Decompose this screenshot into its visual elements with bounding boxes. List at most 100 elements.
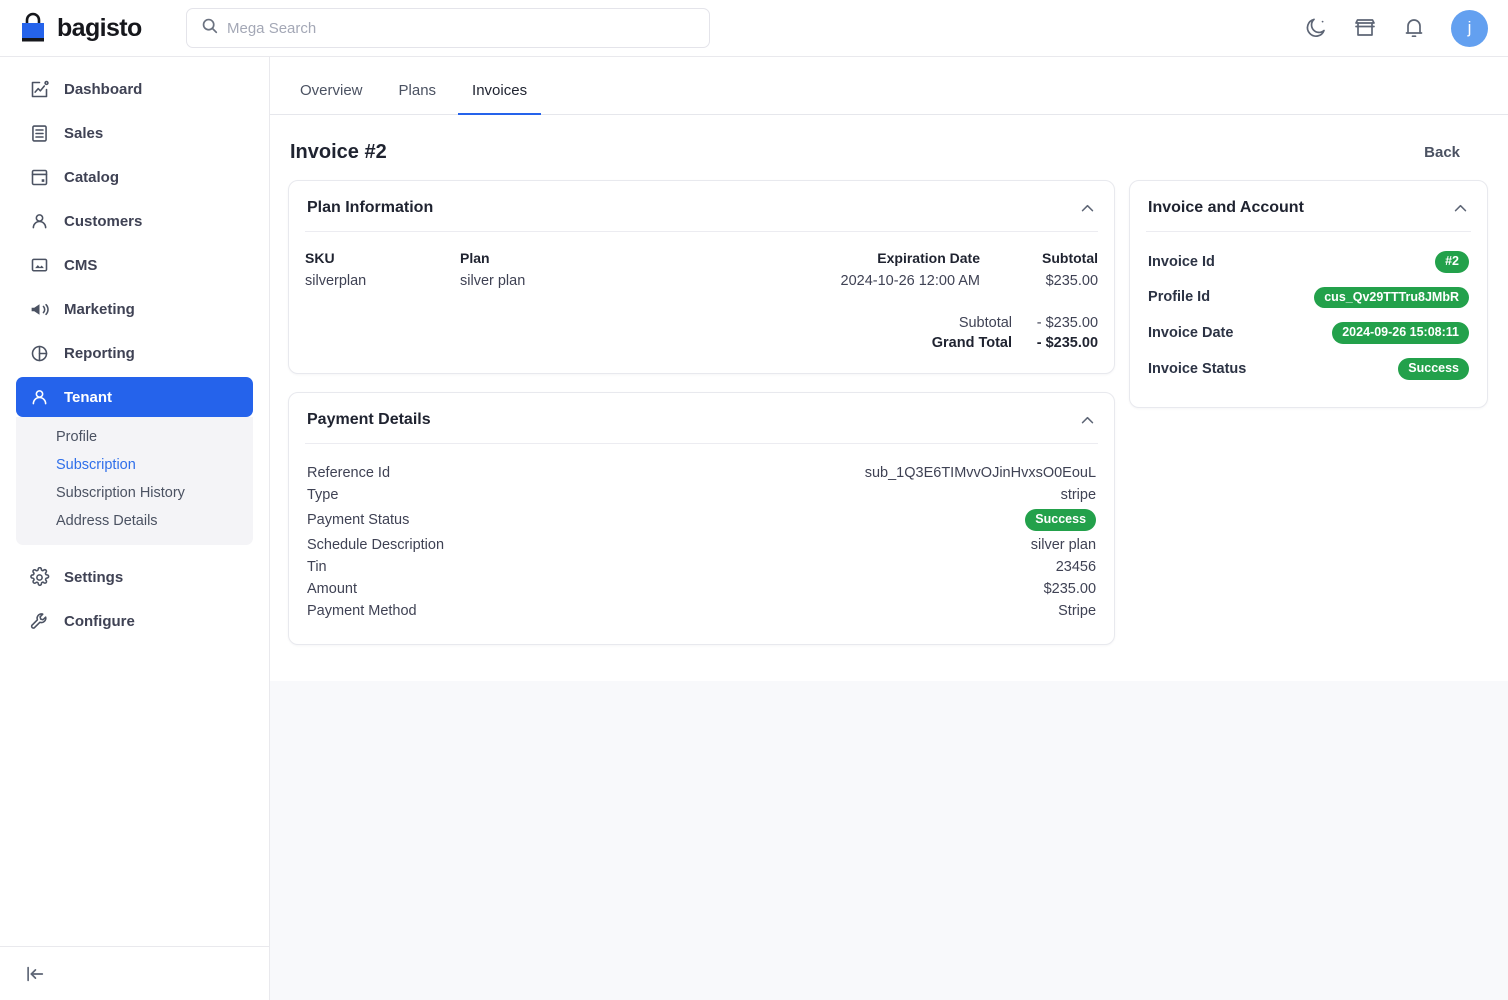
invoice-and-account-header: Invoice and Account: [1130, 181, 1487, 231]
reporting-icon: [29, 343, 50, 364]
field-label: Tin: [307, 558, 327, 575]
list-item: Profile Id cus_Qv29TTTru8JMbR: [1146, 280, 1471, 316]
tab-overview[interactable]: Overview: [286, 82, 377, 115]
sidebar: Dashboard Sales Catalog Customers CMS Ma…: [0, 57, 270, 1000]
brand-name: bagisto: [57, 13, 142, 42]
right-column: Invoice and Account Invoice Id #2 Profil…: [1129, 180, 1488, 408]
field-label: Payment Status: [307, 511, 410, 528]
sidebar-item-cms[interactable]: CMS: [16, 245, 253, 285]
list-item: Payment Method Stripe: [305, 600, 1098, 622]
field-value: stripe: [1060, 487, 1097, 503]
list-item: Type stripe: [305, 484, 1098, 506]
app-header: bagisto j: [0, 0, 1508, 57]
column-header-expiration-date: Expiration Date: [877, 250, 980, 266]
main-content: Overview Plans Invoices Invoice #2 Back …: [270, 57, 1508, 1000]
cell-plan: silver plan: [460, 273, 526, 289]
sidebar-item-tenant[interactable]: Tenant: [16, 377, 253, 417]
plan-information-body: SKU Plan Expiration Date Subtotal silver…: [289, 232, 1114, 373]
sidebar-item-reporting[interactable]: Reporting: [16, 333, 253, 373]
field-value: 23456: [1055, 558, 1097, 575]
total-value: - $235.00: [1036, 335, 1099, 351]
list-item: Invoice Id #2: [1146, 244, 1471, 280]
sidebar-item-settings[interactable]: Settings: [16, 557, 253, 597]
table-header-row: SKU Plan Expiration Date Subtotal: [305, 250, 1098, 273]
back-button[interactable]: Back: [1424, 144, 1460, 161]
chevron-up-icon[interactable]: [1079, 200, 1096, 217]
total-row-grand-total: Grand Total - $235.00: [892, 335, 1098, 351]
tab-plans[interactable]: Plans: [385, 82, 451, 115]
column-header-sku: SKU: [305, 250, 335, 266]
content-panel: Overview Plans Invoices Invoice #2 Back …: [270, 57, 1508, 681]
field-value: Stripe: [1058, 602, 1097, 619]
sidebar-item-label: Customers: [64, 212, 143, 230]
payment-details-header: Payment Details: [289, 393, 1114, 443]
total-value: - $235.00: [1036, 315, 1099, 331]
collapse-sidebar-icon[interactable]: [24, 963, 46, 985]
moon-icon[interactable]: [1304, 16, 1328, 40]
cms-icon: [29, 255, 50, 276]
plan-table: SKU Plan Expiration Date Subtotal silver…: [305, 250, 1098, 293]
field-label: Invoice Id: [1148, 253, 1215, 270]
plan-information-header: Plan Information: [289, 181, 1114, 231]
totals-section: Subtotal - $235.00 Grand Total - $235.00: [305, 315, 1098, 351]
sidebar-item-dashboard[interactable]: Dashboard: [16, 69, 253, 109]
list-item: Invoice Status Success: [1146, 351, 1471, 387]
page-header: Invoice #2 Back: [270, 115, 1508, 164]
list-item: Schedule Description silver plan: [305, 534, 1098, 556]
sidebar-subitem-subscription[interactable]: Subscription: [16, 451, 253, 479]
store-icon[interactable]: [1353, 16, 1377, 40]
cell-expiration-date: 2024-10-26 12:00 AM: [840, 273, 980, 289]
search-icon: [201, 17, 218, 39]
cell-sku: silverplan: [305, 273, 367, 289]
search-box[interactable]: [186, 8, 710, 48]
chevron-up-icon[interactable]: [1452, 200, 1469, 217]
cell-subtotal: $235.00: [1045, 273, 1099, 289]
sidebar-item-sales[interactable]: Sales: [16, 113, 253, 153]
total-label: Subtotal: [958, 315, 1013, 331]
invoice-id-badge: #2: [1435, 251, 1469, 273]
avatar[interactable]: j: [1451, 9, 1488, 47]
brand-logo[interactable]: bagisto: [18, 12, 164, 44]
field-label: Invoice Date: [1148, 325, 1234, 342]
dashboard-icon: [29, 79, 50, 100]
bell-icon[interactable]: [1402, 16, 1426, 40]
list-item: Tin 23456: [305, 556, 1098, 578]
sidebar-item-label: Configure: [64, 612, 135, 630]
payment-details-card: Payment Details Reference Id sub_1Q3E6TI…: [288, 392, 1116, 645]
avatar-initial: j: [1467, 18, 1472, 37]
left-column: Plan Information SKU Plan Expiration Dat…: [288, 180, 1116, 645]
field-label: Invoice Status: [1148, 360, 1247, 377]
sidebar-collapse-bar: [0, 946, 269, 1000]
sidebar-item-configure[interactable]: Configure: [16, 601, 253, 641]
sidebar-item-label: Dashboard: [64, 80, 143, 98]
plan-information-card: Plan Information SKU Plan Expiration Dat…: [288, 180, 1116, 374]
search-input[interactable]: [227, 19, 695, 37]
list-item: Amount $235.00: [305, 578, 1098, 600]
chevron-up-icon[interactable]: [1079, 412, 1096, 429]
sidebar-item-customers[interactable]: Customers: [16, 201, 253, 241]
tab-invoices[interactable]: Invoices: [458, 82, 542, 115]
list-item: Reference Id sub_1Q3E6TIMvvOJinHvxsO0Eou…: [305, 462, 1098, 484]
sidebar-item-marketing[interactable]: Marketing: [16, 289, 253, 329]
sales-icon: [29, 123, 50, 144]
sidebar-item-catalog[interactable]: Catalog: [16, 157, 253, 197]
sidebar-item-label: Reporting: [64, 344, 135, 362]
sidebar-subitem-profile[interactable]: Profile: [16, 423, 253, 451]
sidebar-subitem-address-details[interactable]: Address Details: [16, 507, 253, 535]
field-label: Type: [307, 487, 339, 503]
tab-bar: Overview Plans Invoices: [270, 57, 1508, 115]
sidebar-subitem-subscription-history[interactable]: Subscription History: [16, 479, 253, 507]
page-title: Invoice #2: [290, 141, 387, 163]
sidebar-item-label: Settings: [64, 568, 124, 586]
card-title: Payment Details: [307, 411, 431, 428]
sidebar-item-label: Tenant: [64, 388, 113, 406]
configure-icon: [29, 611, 50, 632]
column-header-subtotal: Subtotal: [1042, 250, 1099, 266]
column-header-plan: Plan: [460, 250, 490, 266]
customers-icon: [29, 211, 50, 232]
shopping-bag-icon: [18, 12, 48, 44]
field-label: Payment Method: [307, 602, 417, 619]
invoice-date-badge: 2024-09-26 15:08:11: [1332, 322, 1469, 344]
field-value: silver plan: [1030, 536, 1097, 553]
table-row: silverplan silver plan 2024-10-26 12:00 …: [305, 273, 1098, 293]
